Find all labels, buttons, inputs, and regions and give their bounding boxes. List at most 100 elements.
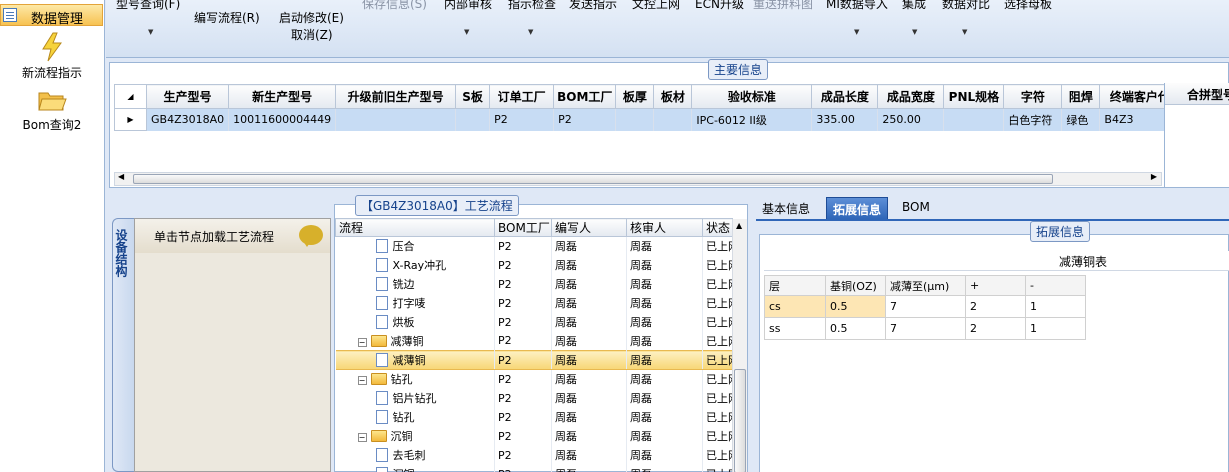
scroll-left-icon[interactable]: ◀ — [118, 172, 124, 181]
tree-row[interactable]: −沉铜P2周磊周磊已上网 — [335, 426, 733, 446]
main-info-panel: 主要信息 ◢ 生产型号 新生产型号 升级前旧生产型号 S板 订单工厂 BOM工厂 板厚 板材验… — [109, 59, 1229, 188]
data-compare-button[interactable]: 数据对比 — [942, 0, 990, 12]
tree-row[interactable]: 压合P2周磊周磊已上网 — [335, 236, 733, 256]
tree-row[interactable]: X-Ray冲孔P2周磊周磊已上网 — [335, 255, 733, 275]
table-row[interactable]: ss 0.5 7 2 1 — [764, 317, 1086, 340]
device-structure-tab[interactable]: 设备结构 — [112, 218, 134, 472]
column-header[interactable]: BOM工厂 — [494, 218, 552, 237]
column-header[interactable]: 编写人 — [551, 218, 627, 237]
column-header[interactable]: 订单工厂 — [489, 84, 555, 109]
chevron-down-icon[interactable]: ▼ — [464, 28, 469, 36]
mi-import-button[interactable]: MI数据导入 — [826, 0, 888, 12]
tree-row[interactable]: 减薄铜P2周磊周磊已上网 — [335, 350, 733, 370]
tree-cell: 烘板 — [335, 312, 495, 332]
tree-row[interactable]: −减薄铜P2周磊周磊已上网 — [335, 331, 733, 351]
table-cell[interactable]: 2 — [965, 295, 1026, 318]
column-header[interactable]: 成品宽度 — [877, 84, 945, 109]
doc-control-online-button[interactable]: 文控上网 — [632, 0, 680, 12]
save-info-button[interactable]: 保存信息(S) — [362, 0, 427, 12]
writer: 周磊 — [551, 388, 627, 408]
scroll-right-icon[interactable]: ▶ — [1151, 172, 1157, 181]
comment-bubble-icon[interactable] — [299, 225, 323, 247]
resend-layout-button[interactable]: 重送拼料图 — [753, 0, 813, 12]
column-header[interactable]: 板材 — [653, 84, 693, 109]
left-navigation: 数据管理 新流程指示 Bom查询2 — [0, 0, 105, 472]
writer: 周磊 — [551, 255, 627, 275]
column-header[interactable]: 升级前旧生产型号 — [335, 84, 457, 109]
tree-row[interactable]: 烘板P2周磊周磊已上网 — [335, 312, 733, 332]
column-header[interactable]: 核审人 — [626, 218, 703, 237]
table-cell[interactable]: 2 — [965, 317, 1026, 340]
column-header[interactable]: 验收标准 — [691, 84, 813, 109]
write-flow-button[interactable]: 编写流程(R) — [194, 9, 260, 26]
integrate-button[interactable]: 集成 — [902, 0, 926, 12]
table-cell[interactable]: 7 — [885, 317, 966, 340]
column-header[interactable]: BOM工厂 — [553, 84, 617, 109]
chevron-down-icon[interactable]: ▼ — [528, 28, 533, 36]
cancel-button[interactable]: 取消(Z) — [291, 26, 333, 43]
table-cell[interactable]: ss — [764, 317, 826, 340]
column-header[interactable]: 成品长度 — [811, 84, 879, 109]
column-header[interactable]: S板 — [455, 84, 491, 109]
scrollbar-thumb[interactable] — [734, 369, 746, 472]
tree-cell: X-Ray冲孔 — [335, 255, 495, 275]
tree-row[interactable]: −钻孔P2周磊周磊已上网 — [335, 369, 733, 389]
collapse-toggle-icon[interactable]: − — [357, 433, 367, 442]
table-cell[interactable]: 1 — [1025, 295, 1086, 318]
table-row[interactable]: ▶ GB4Z3018A0 10011600004449 P2 P2 IPC-6012 II… — [114, 108, 1193, 131]
tab-bom[interactable]: BOM — [896, 197, 936, 219]
nav-item-new-flow[interactable]: 新流程指示 — [0, 32, 104, 81]
send-instruction-button[interactable]: 发送指示 — [569, 0, 617, 12]
bom-factory: P2 — [494, 445, 552, 465]
horizontal-scrollbar[interactable]: ◀ ▶ — [114, 172, 1162, 186]
model-query-button[interactable]: 型号查询(F) — [116, 0, 180, 12]
tree-row[interactable]: 沉铜P2周磊周磊已上网 — [335, 464, 733, 472]
tree-row[interactable]: 铣边P2周磊周磊已上网 — [335, 274, 733, 294]
status: 已上网 — [702, 388, 733, 408]
table-cell[interactable]: 1 — [1025, 317, 1086, 340]
chevron-down-icon[interactable]: ▼ — [962, 28, 967, 36]
tree-cell: 打字唛 — [335, 293, 495, 313]
vertical-scrollbar[interactable]: ▲ — [732, 219, 747, 472]
table-cell[interactable]: 0.5 — [825, 295, 886, 318]
column-header[interactable]: 生产型号 — [145, 84, 230, 109]
writer: 周磊 — [551, 464, 627, 472]
column-header[interactable]: 字符 — [1003, 84, 1063, 109]
nav-header[interactable]: 数据管理 — [0, 4, 103, 27]
tab-extended-info[interactable]: 拓展信息 — [826, 197, 889, 219]
column-header[interactable]: 板厚 — [615, 84, 655, 109]
reviewer: 周磊 — [626, 407, 703, 427]
tab-basic-info[interactable]: 基本信息 — [756, 197, 816, 219]
reviewer: 周磊 — [626, 236, 703, 256]
nav-item-bom-query[interactable]: Bom查询2 — [0, 88, 104, 133]
start-modify-button[interactable]: 启动修改(E) — [279, 9, 344, 26]
ecn-upgrade-button[interactable]: ECN升级 — [695, 0, 744, 12]
internal-review-button[interactable]: 内部审核 — [444, 0, 492, 12]
table-cell: P2 — [553, 108, 617, 131]
chevron-down-icon[interactable]: ▼ — [854, 28, 859, 36]
chevron-down-icon[interactable]: ▼ — [912, 28, 917, 36]
table-cell[interactable]: 0.5 — [825, 317, 886, 340]
column-header[interactable]: PNL规格 — [943, 84, 1005, 109]
table-row[interactable]: cs 0.5 7 2 1 — [764, 295, 1086, 318]
table-cell[interactable]: 7 — [885, 295, 966, 318]
check-instruction-button[interactable]: 指示检查 — [508, 0, 556, 12]
column-header[interactable]: 阻焊 — [1061, 84, 1101, 109]
file-icon — [375, 258, 388, 272]
tree-row[interactable]: 铝片钻孔P2周磊周磊已上网 — [335, 388, 733, 408]
collapse-toggle-icon[interactable]: − — [357, 337, 367, 347]
column-header[interactable]: 流程 — [335, 218, 495, 237]
tree-row[interactable]: 打字唛P2周磊周磊已上网 — [335, 293, 733, 313]
tree-row[interactable]: 去毛刺P2周磊周磊已上网 — [335, 445, 733, 465]
tree-row[interactable]: 钻孔P2周磊周磊已上网 — [335, 407, 733, 427]
bom-factory: P2 — [494, 312, 552, 332]
reviewer: 周磊 — [626, 312, 703, 332]
table-cell[interactable]: cs — [764, 295, 826, 318]
select-mother-board-button[interactable]: 选择母板 — [1004, 0, 1052, 12]
scrollbar-thumb[interactable] — [133, 174, 1053, 184]
collapse-toggle-icon[interactable]: − — [357, 376, 367, 386]
column-header[interactable]: 状态 — [702, 218, 733, 237]
scroll-up-icon[interactable]: ▲ — [736, 221, 742, 230]
chevron-down-icon[interactable]: ▼ — [148, 28, 153, 36]
column-header[interactable]: 新生产型号 — [228, 84, 337, 109]
